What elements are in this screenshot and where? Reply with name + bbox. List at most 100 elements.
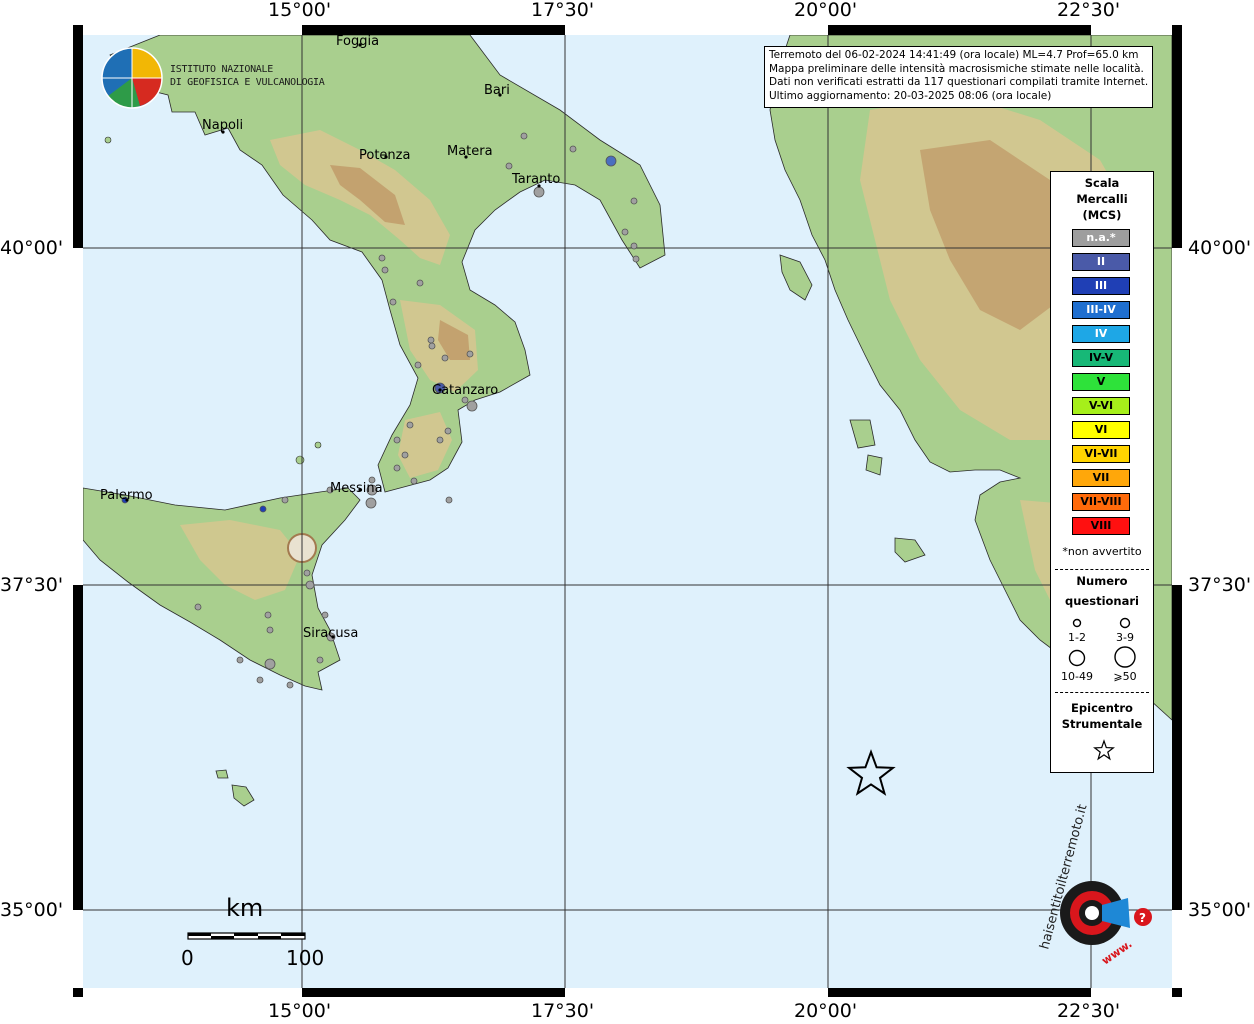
observation-point [605,155,617,167]
observation-point [381,266,389,274]
legend-swatch: IV-V [1072,349,1130,367]
observation-point [236,656,244,664]
legend-swatch: V [1072,373,1130,391]
legend-title-1: Scala [1084,176,1120,190]
legend-swatch: II [1072,253,1130,271]
observation-point [630,197,638,205]
observation-point [466,400,478,412]
observation-point [316,656,324,664]
lat-label-left-2: 37°30' [0,574,64,596]
scale-min: 0 [181,946,194,970]
legend-swatch: VI-VII [1072,445,1130,463]
lat-label-right-3: 35°00' [1188,899,1252,921]
lat-label-right-2: 37°30' [1188,574,1252,596]
observation-point [427,336,435,344]
observation-point [441,354,449,362]
info-line-4: Ultimo aggiornamento: 20-03-2025 08:06 (… [769,89,1052,102]
legend-title-2: Mercalli [1076,192,1128,206]
lon-label-bottom-3: 20°00' [794,1000,858,1022]
city-potenza: Potenza [359,148,410,163]
observation-point [259,505,267,513]
observation-point [414,361,422,369]
city-taranto: Taranto [511,172,560,187]
svg-text:?: ? [1139,911,1146,925]
scale-max: 100 [286,946,325,970]
info-line-1: Terremoto del 06-02-2024 14:41:49 (ora l… [769,49,1139,61]
observation-point [520,132,528,140]
count-title-2: questionari [1065,594,1139,608]
observation-point [393,464,401,472]
observation-point [533,186,545,198]
observation-point [393,436,401,444]
lat-label-left-1: 40°00' [0,237,64,259]
lon-label-top-4: 22°30' [1057,0,1121,21]
epicenter-title-2: Strumentale [1061,717,1143,731]
legend-title-3: (MCS) [1082,208,1122,222]
legend: Scala Mercalli (MCS) n.a.* II III III-IV IV I… [1050,171,1154,773]
legend-swatch: III-IV [1072,301,1130,319]
lon-label-top-3: 20°00' [794,0,858,21]
lon-label-top-2: 17°30' [531,0,595,21]
observation-point [436,436,444,444]
city-napoli: Napoli [202,118,243,133]
observation-point [428,342,436,350]
observation-point [416,279,424,287]
observation-point [505,162,513,170]
legend-swatch: V-VI [1072,397,1130,415]
not-felt-note: *non avvertito [1062,545,1142,558]
observation-point [466,350,474,358]
observation-point [378,254,386,262]
legend-swatch: VI [1072,421,1130,439]
legend-swatch: n.a.* [1072,229,1130,247]
observation-point [401,451,409,459]
epicenter-legend-star-icon [1093,739,1115,761]
observation-point [321,611,329,619]
city-bari: Bari [484,83,510,98]
city-siracusa: Siracusa [303,626,358,641]
city-palermo: Palermo [100,488,153,503]
lon-label-bottom-1: 15°00' [268,1000,332,1022]
legend-swatch: VII [1072,469,1130,487]
observation-point [264,611,272,619]
legend-swatch: IV [1072,325,1130,343]
observation-point [303,569,311,577]
observation-point [569,145,577,153]
observation-point [406,421,414,429]
city-catanzaro: Catanzaro [432,383,498,398]
observation-point [445,496,453,504]
lon-label-bottom-2: 17°30' [531,1000,595,1022]
observation-point [266,626,274,634]
legend-swatch: VII-VIII [1072,493,1130,511]
observation-point [630,242,638,250]
observation-point [444,427,452,435]
observation-point [410,477,418,485]
epicenter-title-1: Epicentro [1071,701,1133,715]
city-foggia: Foggia [336,34,379,49]
observation-point [256,676,264,684]
observation-point [389,298,397,306]
ingv-logo [101,47,163,109]
info-line-2: Mappa preliminare delle intensità macros… [769,62,1144,75]
event-info-box: Terremoto del 06-02-2024 14:41:49 (ora l… [764,46,1153,108]
count-50: ⩾50 [1113,670,1137,683]
lat-label-left-3: 35°00' [0,899,64,921]
scale-bar [187,932,306,940]
observation-point [264,658,276,670]
legend-swatch: III [1072,277,1130,295]
observation-point [632,255,640,263]
city-messina: Messina [330,481,383,496]
legend-swatch: VIII [1072,517,1130,535]
observation-point [286,681,294,689]
count-10-49: 10-49 [1061,670,1093,683]
count-title-1: Numero [1076,574,1128,588]
observation-point [365,497,377,509]
observation-point [621,228,629,236]
city-matera: Matera [447,144,493,159]
count-1-2: 1-2 [1068,631,1086,644]
observation-point [281,496,289,504]
scale-unit: km [226,894,264,922]
lon-label-bottom-4: 22°30' [1057,1000,1121,1022]
info-line-3: Dati non verificati estratti da 117 ques… [769,76,1149,89]
count-3-9: 3-9 [1116,631,1134,644]
lat-label-right-1: 40°00' [1188,237,1252,259]
